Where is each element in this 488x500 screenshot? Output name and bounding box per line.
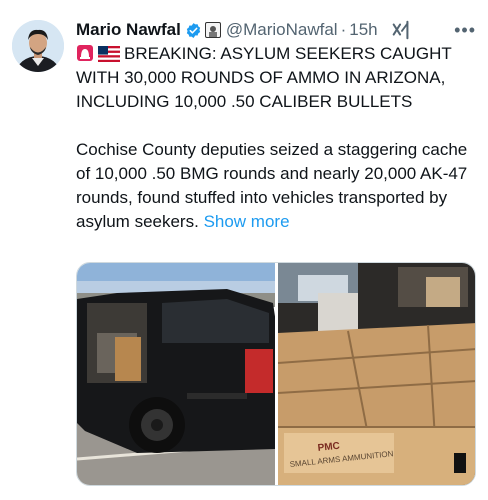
tweet-time[interactable]: 15h (349, 20, 377, 40)
avatar[interactable] (12, 20, 64, 72)
media-grid: SMALL ARMS AMMUNITION PMC (76, 262, 476, 486)
siren-emoji-icon (77, 45, 93, 61)
author-handle[interactable]: @MarioNawfal (226, 20, 338, 40)
tweet-text: BREAKING: ASYLUM SEEKERS CAUGHT WITH 30,… (76, 42, 476, 234)
verified-badge-icon (186, 22, 201, 38)
photo-suv[interactable] (77, 263, 275, 485)
body-paragraph: Cochise County deputies seized a stagger… (76, 138, 476, 234)
headline-text: BREAKING: ASYLUM SEEKERS CAUGHT WITH 30,… (76, 44, 452, 111)
affiliate-org-icon[interactable] (204, 22, 221, 38)
grok-icon[interactable] (390, 19, 412, 41)
time-separator: · (340, 20, 347, 39)
us-flag-emoji-icon (98, 46, 120, 62)
more-options-icon[interactable]: ••• (454, 20, 476, 41)
headline-paragraph: BREAKING: ASYLUM SEEKERS CAUGHT WITH 30,… (76, 42, 476, 114)
author-name[interactable]: Mario Nawfal (76, 20, 181, 40)
show-more-link[interactable]: Show more (204, 212, 290, 231)
box-brand: PMC (317, 441, 340, 454)
photo-cargo-boxes[interactable]: SMALL ARMS AMMUNITION PMC (277, 263, 475, 485)
tweet[interactable]: Mario Nawfal @MarioNawfal · 15h ••• BREA… (0, 0, 488, 500)
tweet-header: Mario Nawfal @MarioNawfal · 15h ••• (76, 18, 476, 42)
